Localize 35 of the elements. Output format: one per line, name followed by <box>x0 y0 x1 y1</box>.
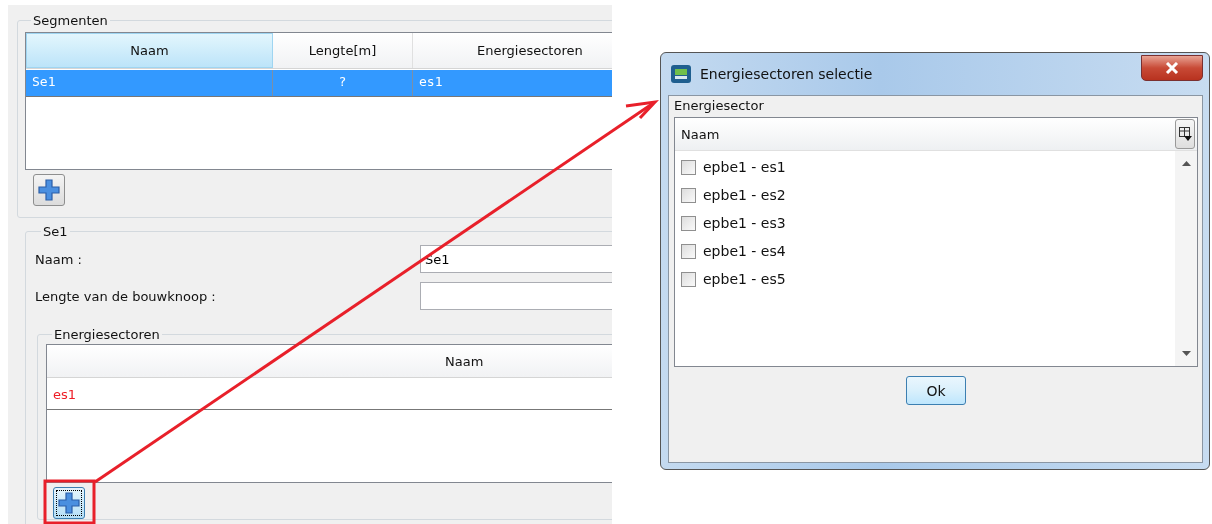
item-label: epbe1 - es2 <box>703 187 786 203</box>
checkbox[interactable] <box>681 243 696 259</box>
field-label: Naam : <box>35 251 83 267</box>
scroll-down-icon[interactable] <box>1181 351 1191 356</box>
group-title: Energiesector <box>674 98 765 115</box>
checkbox[interactable] <box>681 187 696 203</box>
ok-button[interactable]: Ok <box>906 376 966 405</box>
column-chooser-button[interactable] <box>1175 119 1195 149</box>
table-cell: Se1 <box>26 70 273 96</box>
item-label: epbe1 - es5 <box>703 271 786 287</box>
add-button[interactable] <box>53 487 85 519</box>
app-icon <box>670 63 692 85</box>
close-button[interactable] <box>1141 55 1203 81</box>
column-header[interactable]: Lengte[m] <box>273 33 413 68</box>
plus-icon <box>58 492 80 514</box>
scrollbar[interactable] <box>1175 151 1197 366</box>
checkbox[interactable] <box>681 159 696 175</box>
column-header[interactable]: Naam <box>445 353 484 369</box>
checkbox[interactable] <box>681 271 696 287</box>
group-title: Se1 <box>42 224 69 239</box>
checkbox[interactable] <box>681 215 696 231</box>
item-label: epbe1 - es4 <box>703 243 786 259</box>
highlight-frame <box>43 479 96 524</box>
plus-icon <box>38 179 60 201</box>
table-cell: ? <box>273 70 413 96</box>
scroll-up-icon[interactable] <box>1181 161 1191 166</box>
item-label: epbe1 - es1 <box>703 159 786 175</box>
group-title: Segmenten <box>32 13 109 28</box>
item-label: epbe1 - es3 <box>703 215 786 231</box>
field-label: Lengte van de bouwknoop : <box>35 288 217 304</box>
window-title: Energiesectoren selectie <box>700 66 873 82</box>
close-icon <box>1165 62 1179 74</box>
group-title: Energiesectoren <box>53 327 161 342</box>
column-header[interactable]: Naam <box>26 33 273 68</box>
column-chooser-icon <box>1178 126 1192 142</box>
